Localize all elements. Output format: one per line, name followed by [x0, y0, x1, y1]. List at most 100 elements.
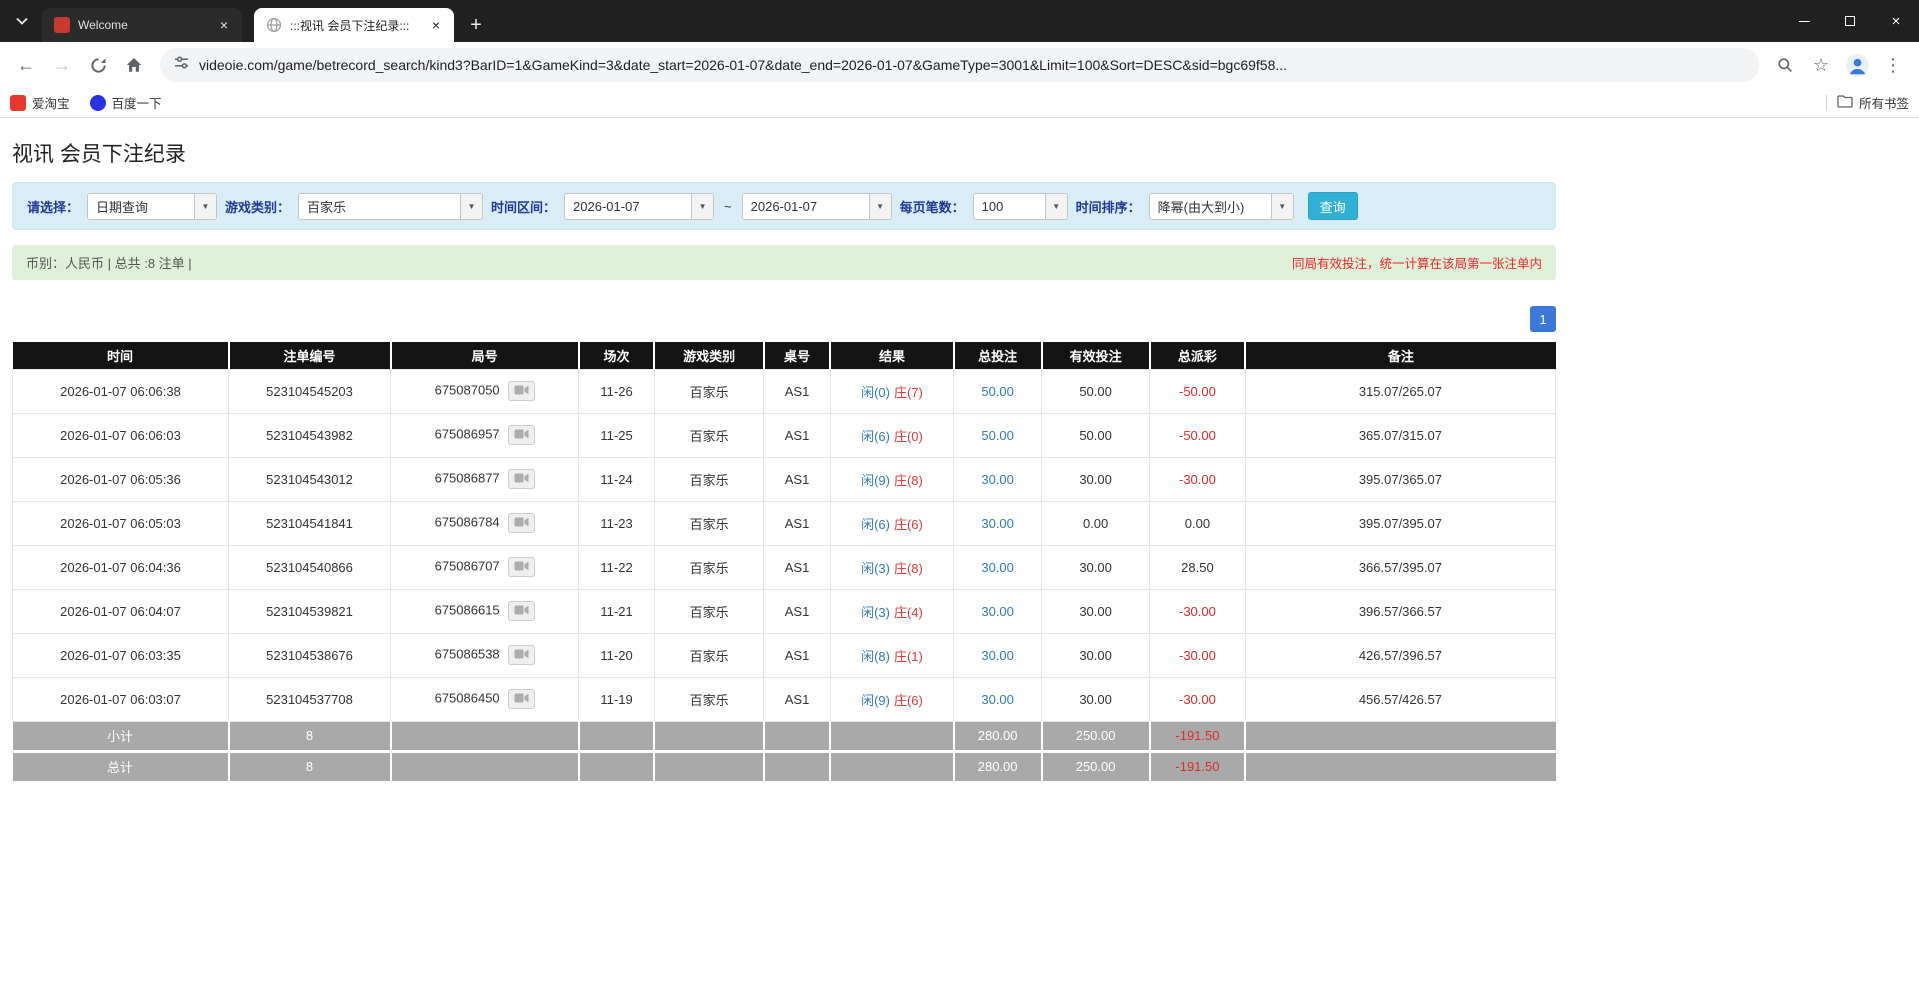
reload-button[interactable] — [82, 49, 114, 81]
profile-avatar[interactable] — [1841, 49, 1873, 81]
cell-bet-id: 523104540866 — [229, 545, 391, 589]
date-start-value[interactable]: 2026-01-07 — [565, 194, 691, 219]
cell-bet-id: 523104539821 — [229, 589, 391, 633]
maximize-button[interactable] — [1827, 0, 1873, 42]
query-type-value[interactable]: 日期查询 — [88, 194, 194, 219]
tab-search-chevron-icon[interactable] — [8, 7, 36, 35]
cell-session: 11-19 — [579, 677, 655, 721]
date-end-combobox[interactable]: 2026-01-07 ▼ — [742, 193, 892, 220]
round-number: 675087050 — [435, 382, 500, 397]
page-title: 视讯 会员下注纪录 — [12, 138, 1556, 168]
minimize-button[interactable] — [1781, 0, 1827, 42]
cell-note: 396.57/366.57 — [1245, 589, 1555, 633]
cell-round: 675087050 — [391, 369, 579, 413]
tab-close-icon[interactable]: × — [428, 16, 444, 34]
back-button[interactable]: ← — [10, 49, 42, 81]
bookmark-star-icon[interactable]: ☆ — [1805, 49, 1837, 81]
video-replay-button[interactable] — [508, 425, 535, 445]
url-bar[interactable]: videoie.com/game/betrecord_search/kind3?… — [160, 48, 1759, 82]
video-replay-button[interactable] — [508, 469, 535, 489]
game-kind-value[interactable]: 百家乐 — [299, 194, 460, 219]
home-button[interactable] — [118, 49, 150, 81]
page-1-button[interactable]: 1 — [1530, 306, 1556, 332]
query-type-combobox[interactable]: 日期查询 ▼ — [87, 193, 217, 220]
table-row: 2026-01-07 06:03:35 523104538676 6750865… — [13, 633, 1556, 677]
subtotal-label: 小计 — [13, 721, 229, 751]
search-button[interactable]: 查询 — [1308, 192, 1358, 220]
cell-note: 426.57/396.57 — [1245, 633, 1555, 677]
cell-game: 百家乐 — [654, 589, 764, 633]
window-controls: × — [1781, 0, 1919, 42]
forward-button[interactable]: → — [46, 49, 78, 81]
chevron-down-icon[interactable]: ▼ — [194, 194, 216, 219]
header-table: 桌号 — [764, 342, 830, 369]
chevron-down-icon[interactable]: ▼ — [1271, 194, 1293, 219]
chevron-down-icon[interactable]: ▼ — [1045, 194, 1067, 219]
welcome-tab-favicon — [54, 17, 70, 33]
browser-tab-welcome[interactable]: Welcome × — [42, 8, 242, 42]
cell-total-bet[interactable]: 50.00 — [954, 369, 1042, 413]
cell-total-bet[interactable]: 30.00 — [954, 457, 1042, 501]
video-replay-button[interactable] — [508, 601, 535, 621]
cell-total-bet[interactable]: 30.00 — [954, 589, 1042, 633]
result-banker: 庄(8) — [894, 473, 923, 488]
cell-total-bet[interactable]: 30.00 — [954, 545, 1042, 589]
cell-round: 675086707 — [391, 545, 579, 589]
all-bookmarks-button[interactable]: 所有书签 — [1837, 93, 1909, 112]
bet-records-table: 时间 注单编号 局号 场次 游戏类别 桌号 结果 总投注 有效投注 总派彩 备注… — [12, 342, 1556, 781]
bookmark-aitaobao[interactable]: 爱淘宝 — [10, 93, 70, 112]
table-row: 2026-01-07 06:03:07 523104537708 6750864… — [13, 677, 1556, 721]
cell-game: 百家乐 — [654, 633, 764, 677]
cell-total-bet[interactable]: 30.00 — [954, 501, 1042, 545]
cell-payout: 28.50 — [1150, 545, 1246, 589]
cell-bet-id: 523104538676 — [229, 633, 391, 677]
per-page-combobox[interactable]: 100 ▼ — [973, 193, 1068, 220]
game-kind-combobox[interactable]: 百家乐 ▼ — [298, 193, 483, 220]
tab-title: Welcome — [78, 18, 208, 32]
date-end-value[interactable]: 2026-01-07 — [743, 194, 869, 219]
video-replay-button[interactable] — [508, 645, 535, 665]
site-settings-icon[interactable] — [174, 55, 189, 75]
page-content: 视讯 会员下注纪录 请选择： 日期查询 ▼ 游戏类别： 百家乐 ▼ 时间区间： … — [0, 138, 1919, 781]
video-replay-button[interactable] — [508, 689, 535, 709]
bookmark-baidu[interactable]: 百度一下 — [90, 93, 162, 112]
video-replay-button[interactable] — [508, 557, 535, 577]
total-label: 总计 — [13, 751, 229, 781]
video-replay-button[interactable] — [508, 513, 535, 533]
per-page-value[interactable]: 100 — [974, 194, 1045, 219]
chevron-down-icon[interactable]: ▼ — [691, 194, 713, 219]
chevron-down-icon[interactable]: ▼ — [460, 194, 482, 219]
sort-value[interactable]: 降幂(由大到小) — [1150, 194, 1271, 219]
cell-time: 2026-01-07 06:06:38 — [13, 369, 229, 413]
new-tab-button[interactable]: + — [462, 11, 490, 39]
table-row: 2026-01-07 06:05:03 523104541841 6750867… — [13, 501, 1556, 545]
cell-result: 闲(3)庄(4) — [830, 589, 953, 633]
total-total-bet: 280.00 — [954, 751, 1042, 781]
cell-game: 百家乐 — [654, 413, 764, 457]
cell-payout: -30.00 — [1150, 589, 1246, 633]
cell-payout: -30.00 — [1150, 677, 1246, 721]
video-replay-button[interactable] — [508, 381, 535, 401]
header-total-bet: 总投注 — [954, 342, 1042, 369]
cell-total-bet[interactable]: 30.00 — [954, 633, 1042, 677]
menu-icon[interactable]: ⋮ — [1877, 49, 1909, 81]
browser-tab-betrecord[interactable]: :::视讯 会员下注纪录::: × — [254, 8, 454, 42]
total-valid-bet: 250.00 — [1042, 751, 1150, 781]
tab-close-icon[interactable]: × — [216, 16, 232, 34]
url-text[interactable]: videoie.com/game/betrecord_search/kind3?… — [199, 57, 1287, 73]
result-banker: 庄(0) — [894, 429, 923, 444]
zoom-icon[interactable] — [1769, 49, 1801, 81]
cell-total-bet[interactable]: 30.00 — [954, 677, 1042, 721]
cell-bet-id: 523104545203 — [229, 369, 391, 413]
date-start-combobox[interactable]: 2026-01-07 ▼ — [564, 193, 714, 220]
cell-bet-id: 523104537708 — [229, 677, 391, 721]
sort-combobox[interactable]: 降幂(由大到小) ▼ — [1149, 193, 1294, 220]
cell-valid-bet: 30.00 — [1042, 677, 1150, 721]
filter-bar: 请选择： 日期查询 ▼ 游戏类别： 百家乐 ▼ 时间区间： 2026-01-07… — [12, 182, 1556, 230]
chevron-down-icon[interactable]: ▼ — [869, 194, 891, 219]
cell-time: 2026-01-07 06:05:36 — [13, 457, 229, 501]
close-button[interactable]: × — [1873, 0, 1919, 42]
game-kind-label: 游戏类别： — [225, 197, 290, 216]
cell-payout: -50.00 — [1150, 369, 1246, 413]
cell-total-bet[interactable]: 50.00 — [954, 413, 1042, 457]
